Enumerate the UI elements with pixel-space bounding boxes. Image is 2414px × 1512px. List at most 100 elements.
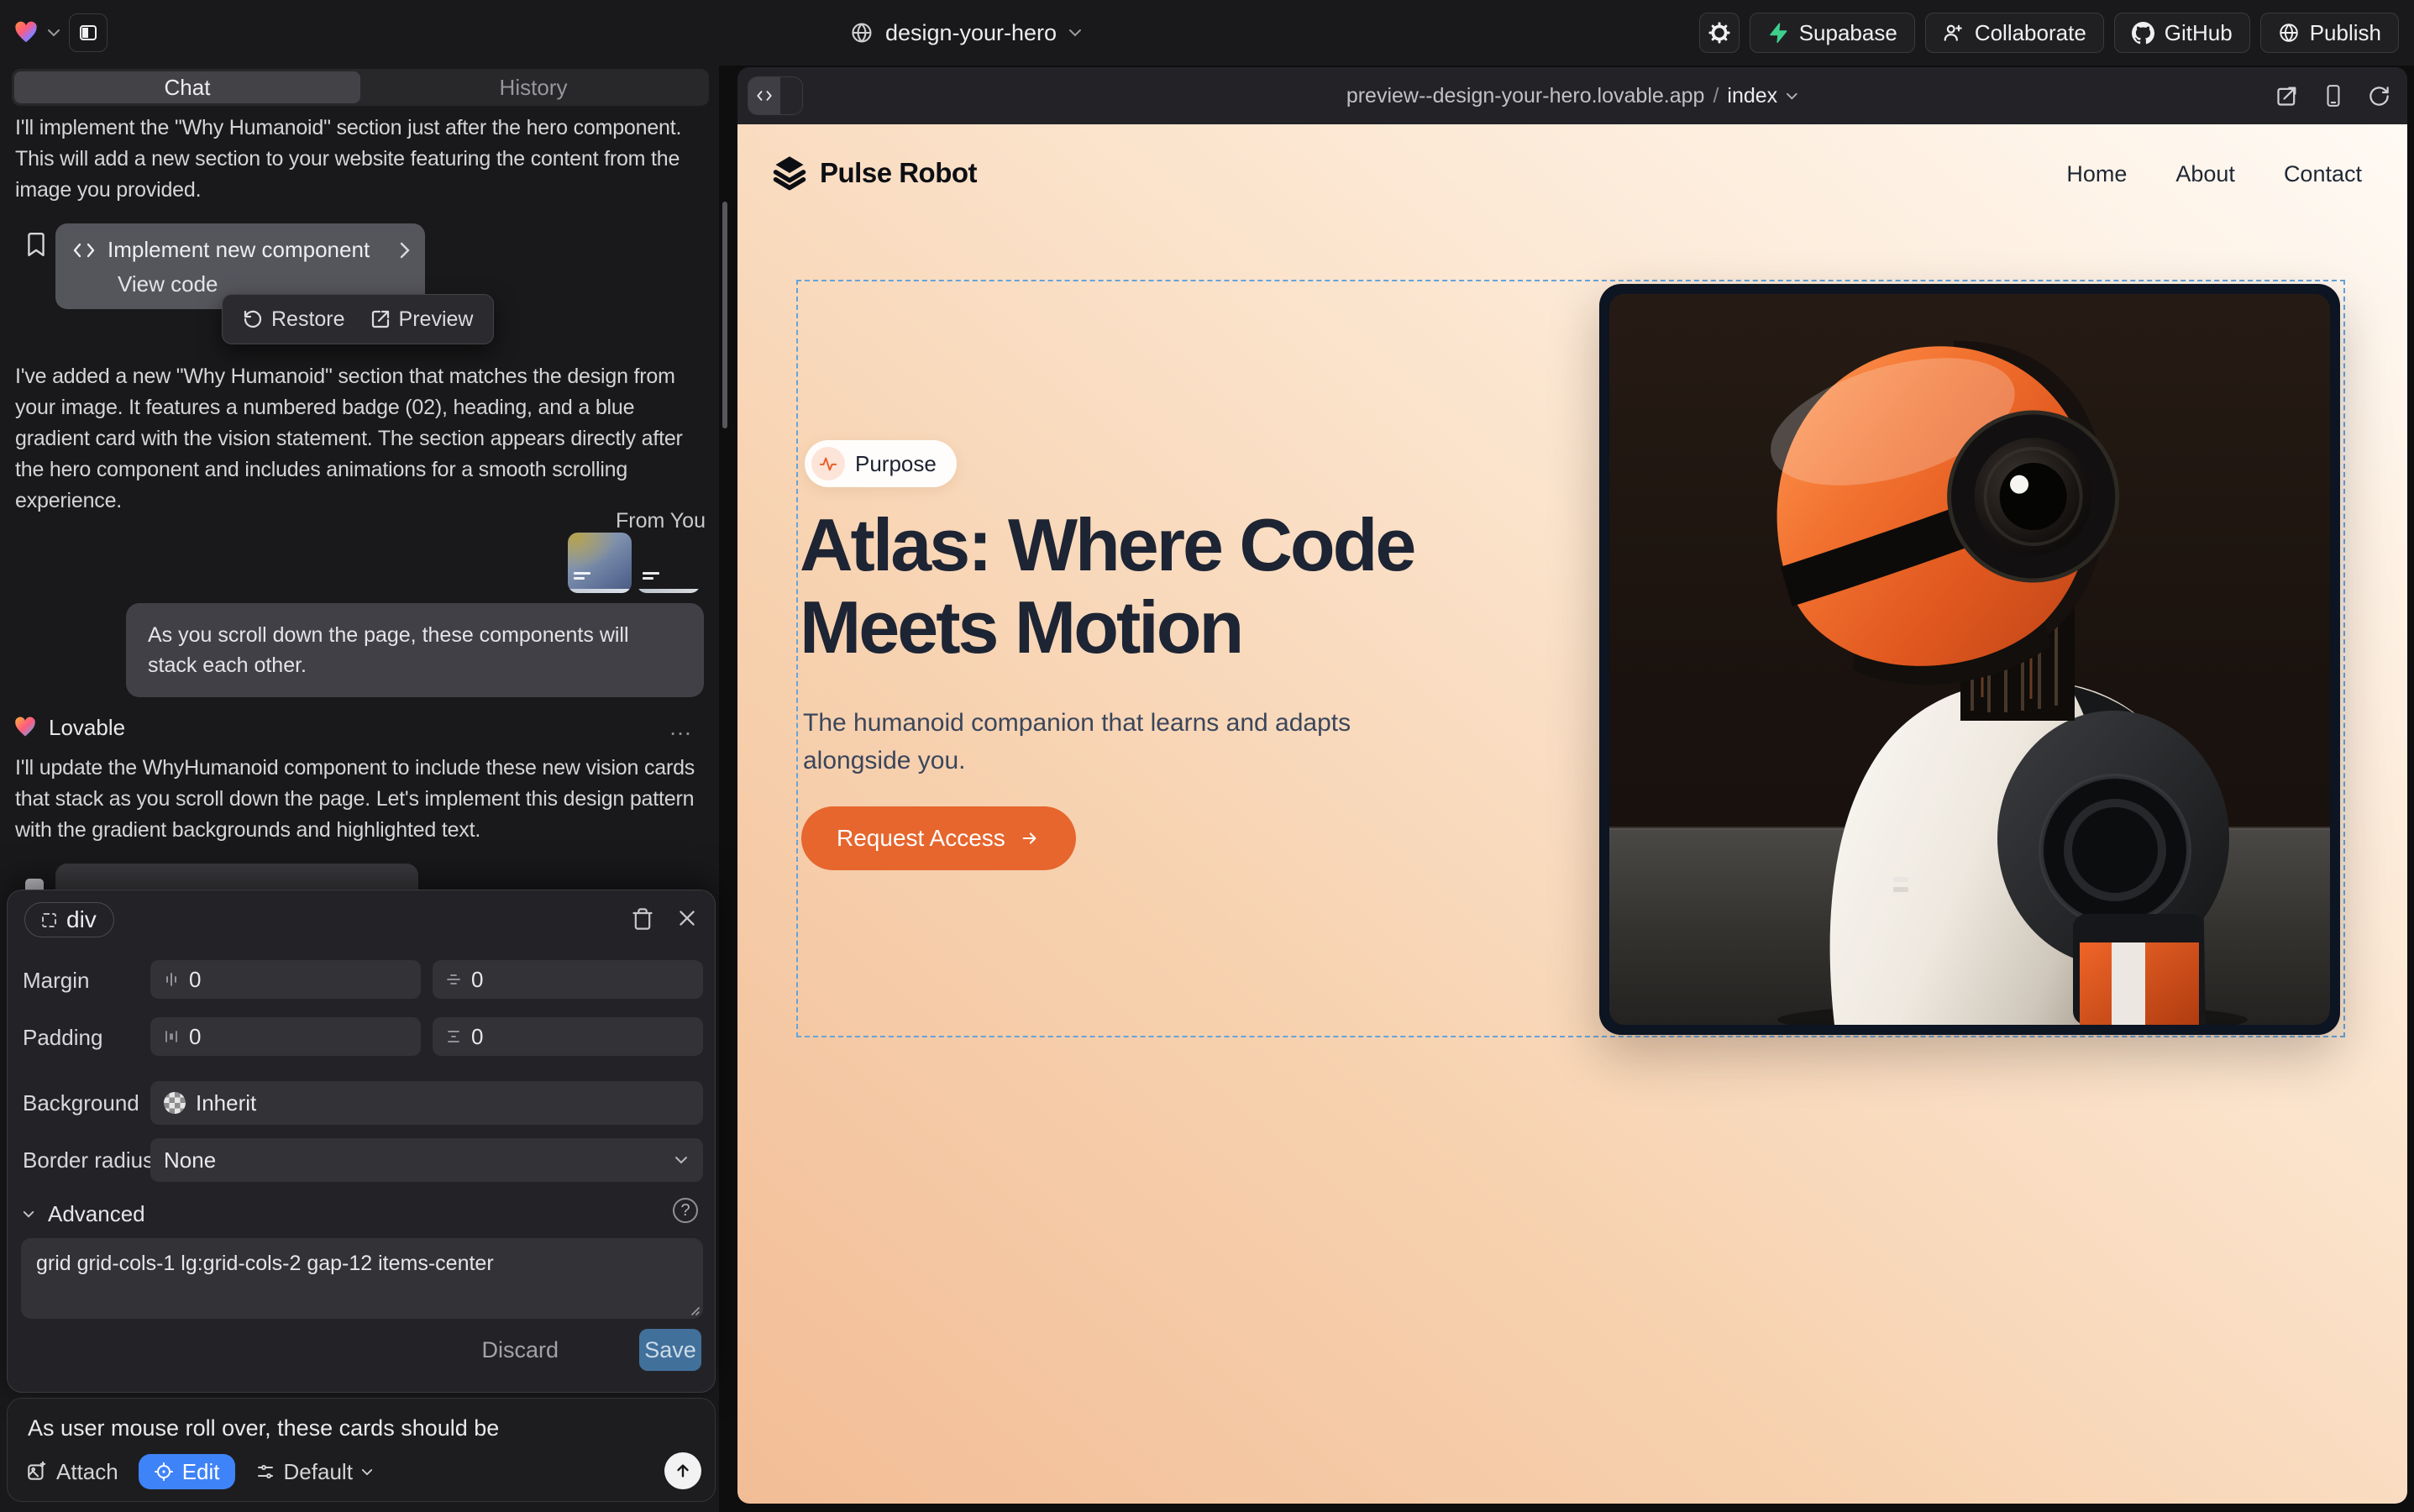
chevron-down-icon xyxy=(674,1156,688,1164)
supabase-button[interactable]: Supabase xyxy=(1750,13,1915,53)
selected-element-pill[interactable]: div xyxy=(24,902,114,937)
edit-label: Edit xyxy=(182,1459,220,1485)
padding-y-icon xyxy=(446,1029,461,1044)
nav-home[interactable]: Home xyxy=(2066,161,2127,187)
publish-globe-icon xyxy=(2278,22,2300,44)
mode-label: Default xyxy=(284,1459,353,1485)
from-you-label: From You xyxy=(616,509,706,533)
assistant-name: Lovable xyxy=(49,715,125,741)
chevron-down-icon xyxy=(1786,92,1798,100)
settings-button[interactable] xyxy=(1699,13,1740,53)
advanced-classes-textarea[interactable]: grid grid-cols-1 lg:grid-cols-2 gap-12 i… xyxy=(21,1238,703,1319)
send-arrow-icon xyxy=(674,1462,692,1480)
gear-icon xyxy=(1708,22,1730,44)
edit-mode-button[interactable]: Edit xyxy=(139,1454,235,1489)
send-button[interactable] xyxy=(664,1452,701,1489)
chevron-down-icon xyxy=(23,1210,34,1218)
mobile-preview-icon[interactable] xyxy=(2322,84,2344,108)
hero-robot-card xyxy=(1599,284,2340,1035)
checker-swatch xyxy=(164,1092,186,1114)
site-preview: Pulse Robot Home About Contact Purpose A… xyxy=(737,124,2407,1504)
chat-sidebar: Chat History I'll implement the "Why Hum… xyxy=(0,66,719,1512)
attachment-thumbnail-blue[interactable] xyxy=(568,533,632,593)
mode-selector[interactable]: Default xyxy=(255,1459,373,1485)
border-radius-select[interactable]: None xyxy=(150,1138,703,1182)
lovable-heart-icon xyxy=(13,716,37,739)
restore-button[interactable]: Restore xyxy=(243,307,345,332)
border-radius-value: None xyxy=(164,1147,216,1173)
tab-history[interactable]: History xyxy=(360,71,706,103)
attach-label: Attach xyxy=(56,1459,118,1485)
chevron-down-icon[interactable] xyxy=(47,29,60,37)
supabase-bolt-icon xyxy=(1767,22,1789,44)
edit-target-icon xyxy=(154,1462,174,1482)
github-label: GitHub xyxy=(2165,20,2233,46)
preview-toolbar: preview--design-your-hero.lovable.app / … xyxy=(737,67,2407,124)
hero-heading: Atlas: Where Code Meets Motion xyxy=(800,504,1556,669)
publish-button[interactable]: Publish xyxy=(2260,13,2399,53)
view-code-link[interactable]: View code xyxy=(55,263,425,297)
sliders-icon xyxy=(255,1462,276,1482)
close-icon[interactable] xyxy=(676,907,698,929)
sidebar-toggle-button[interactable] xyxy=(69,13,108,52)
element-tag: div xyxy=(66,906,97,933)
chat-scrollbar[interactable] xyxy=(722,202,727,428)
collaborate-icon xyxy=(1943,22,1965,44)
code-icon xyxy=(72,242,96,259)
github-button[interactable]: GitHub xyxy=(2114,13,2250,53)
supabase-label: Supabase xyxy=(1799,20,1897,46)
nav-about[interactable]: About xyxy=(2175,161,2235,187)
cta-label: Request Access xyxy=(837,825,1005,852)
composer-input[interactable]: As user mouse roll over, these cards sho… xyxy=(28,1415,695,1441)
app-window: design-your-hero Supabase Col xyxy=(0,0,2414,1512)
attach-button[interactable]: Attach xyxy=(26,1459,118,1485)
project-switcher[interactable]: design-your-hero xyxy=(850,0,1082,66)
margin-x-input[interactable] xyxy=(189,967,407,993)
background-value: Inherit xyxy=(196,1090,256,1116)
assistant-header: Lovable … xyxy=(13,714,706,741)
margin-y-field[interactable] xyxy=(433,960,703,999)
bookmark-icon[interactable] xyxy=(25,232,47,257)
preview-label: Preview xyxy=(399,307,474,332)
padding-x-field[interactable] xyxy=(150,1017,421,1056)
advanced-toggle[interactable]: Advanced xyxy=(23,1201,145,1227)
padding-y-input[interactable] xyxy=(471,1024,690,1050)
site-brand[interactable]: Pulse Robot xyxy=(771,155,977,192)
pulse-icon xyxy=(811,447,845,480)
save-button[interactable]: Save xyxy=(639,1329,701,1371)
site-nav: Home About Contact xyxy=(2066,161,2362,187)
chat-composer[interactable]: As user mouse roll over, these cards sho… xyxy=(7,1398,716,1502)
component-card-title: Implement new component xyxy=(108,237,388,263)
toggle-track xyxy=(780,77,802,114)
user-message-bubble: As you scroll down the page, these compo… xyxy=(126,603,704,697)
dashed-box-icon xyxy=(42,913,56,927)
request-access-button[interactable]: Request Access xyxy=(801,806,1076,870)
site-brand-name: Pulse Robot xyxy=(820,157,977,189)
padding-y-field[interactable] xyxy=(433,1017,703,1056)
trash-icon[interactable] xyxy=(631,907,654,931)
background-field[interactable]: Inherit xyxy=(150,1081,703,1125)
tab-chat[interactable]: Chat xyxy=(14,71,360,103)
collaborate-button[interactable]: Collaborate xyxy=(1925,13,2104,53)
attachment-thumbnail-orange[interactable] xyxy=(637,533,701,593)
lovable-heart-icon[interactable] xyxy=(13,20,39,45)
margin-x-field[interactable] xyxy=(150,960,421,999)
project-name: design-your-hero xyxy=(885,20,1057,46)
preview-url[interactable]: preview--design-your-hero.lovable.app / … xyxy=(1346,67,1798,124)
assistant-message: I've added a new "Why Humanoid" section … xyxy=(15,361,712,517)
open-in-new-tab-icon[interactable] xyxy=(2275,84,2299,108)
code-view-toggle[interactable] xyxy=(748,76,803,115)
help-icon[interactable]: ? xyxy=(673,1198,698,1223)
margin-y-input[interactable] xyxy=(471,967,690,993)
publish-label: Publish xyxy=(2310,20,2381,46)
padding-x-input[interactable] xyxy=(189,1024,407,1050)
message-menu-button[interactable]: … xyxy=(669,714,694,741)
nav-contact[interactable]: Contact xyxy=(2284,161,2362,187)
restore-icon xyxy=(243,309,263,329)
refresh-icon[interactable] xyxy=(2368,85,2390,108)
chat-history-tabs: Chat History xyxy=(12,69,709,106)
discard-button[interactable]: Discard xyxy=(481,1337,559,1363)
margin-x-icon xyxy=(164,972,179,987)
preview-panel: preview--design-your-hero.lovable.app / … xyxy=(737,67,2407,1504)
preview-button[interactable]: Preview xyxy=(370,307,474,332)
